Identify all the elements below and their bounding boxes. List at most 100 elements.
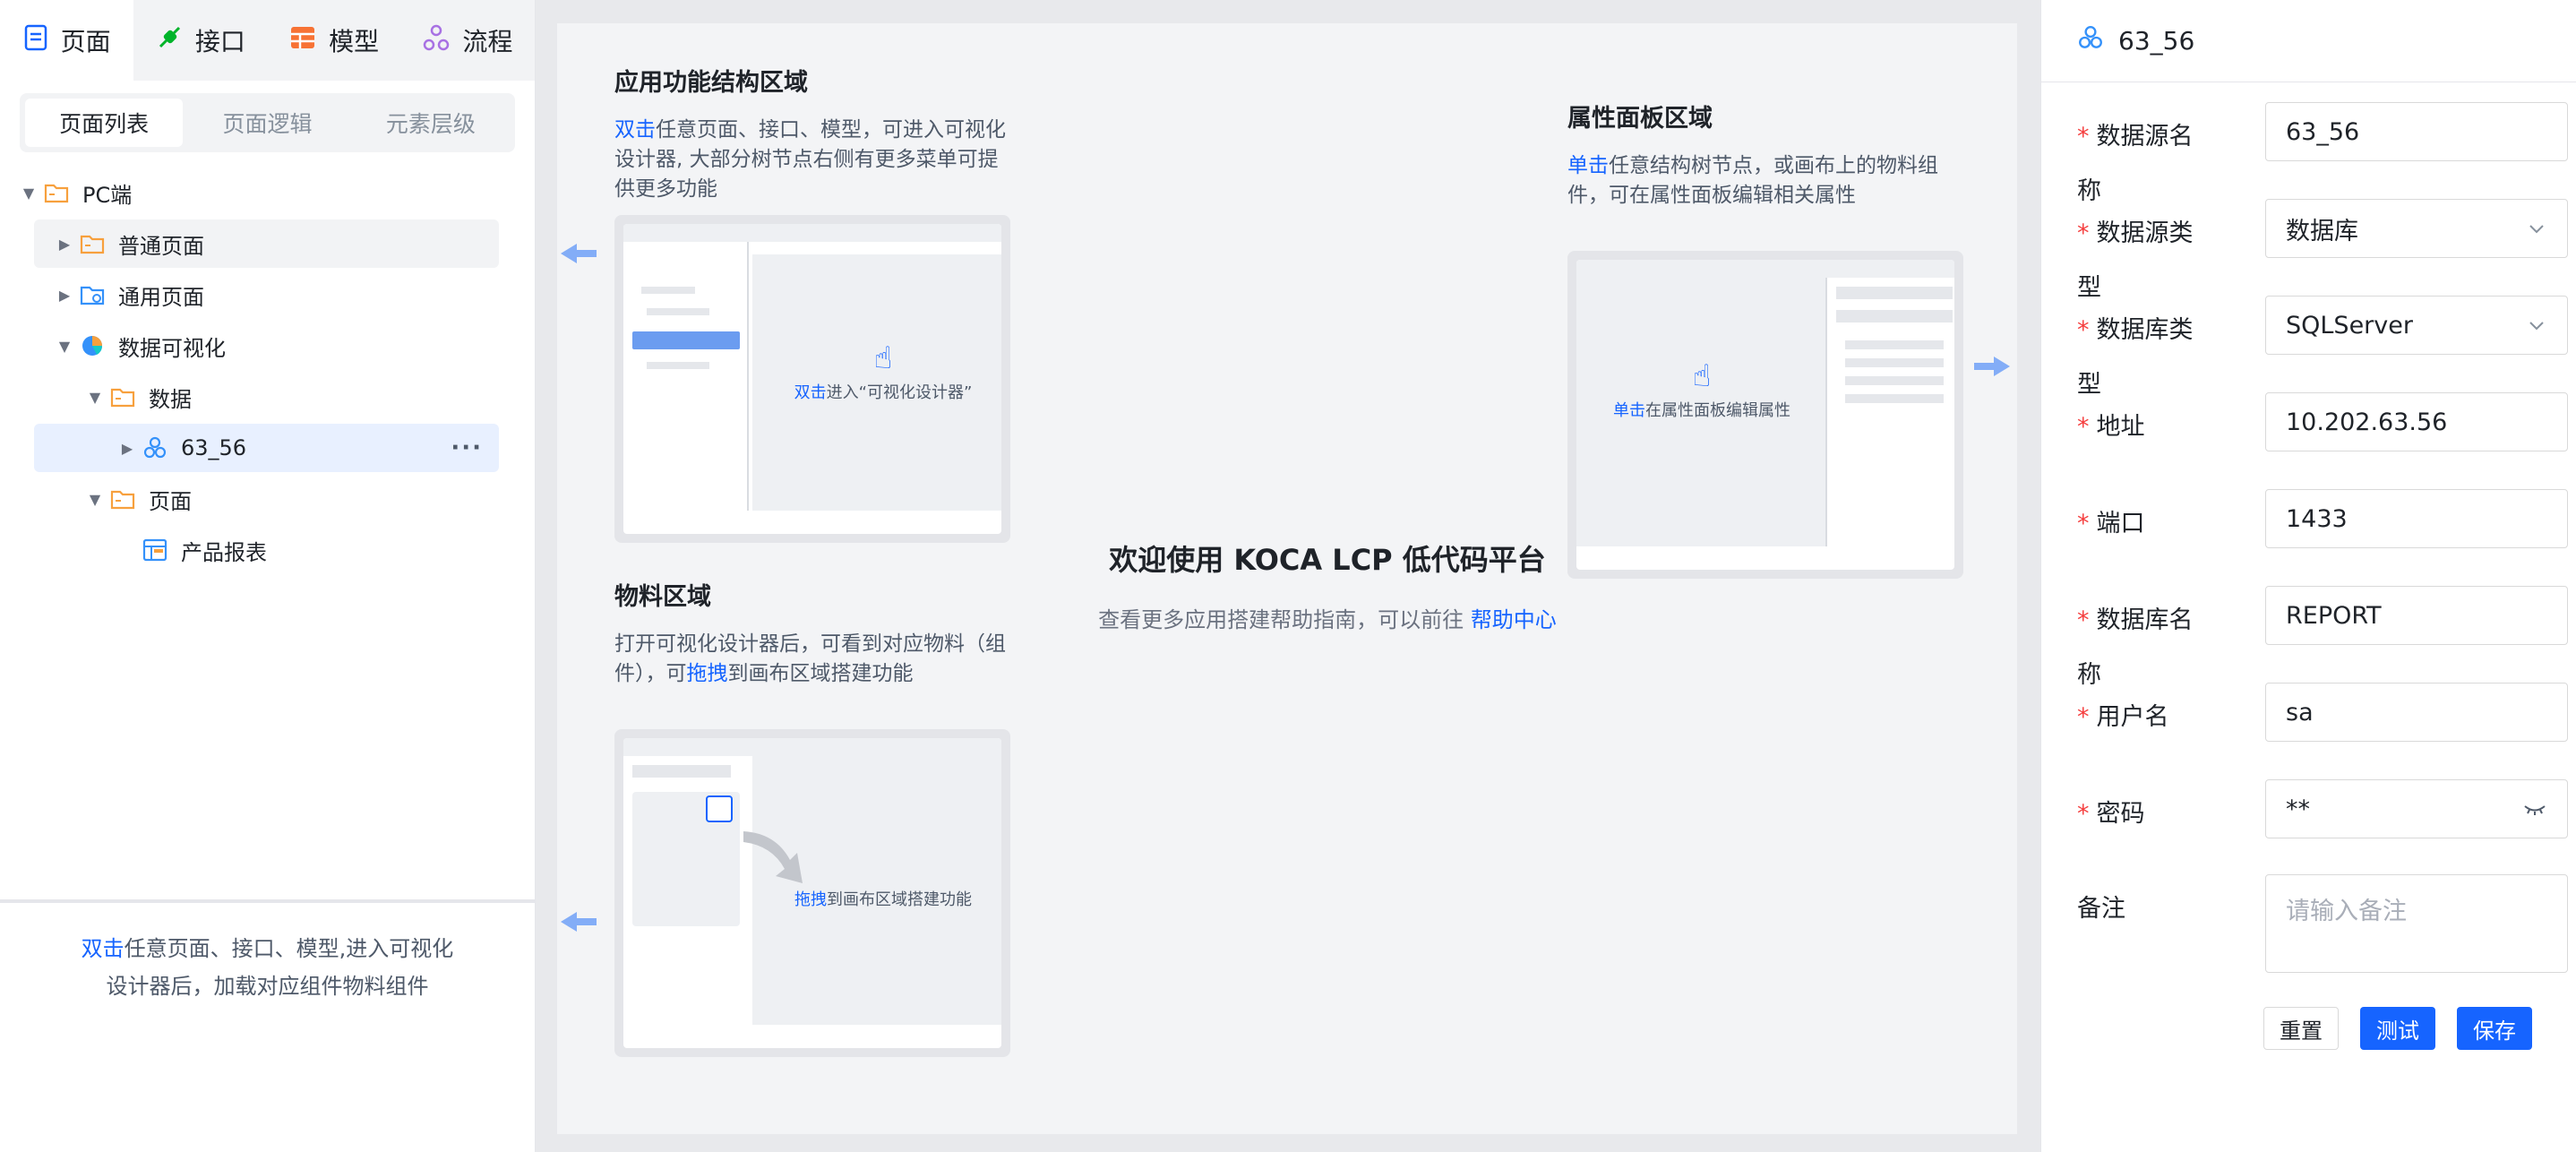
remark-textarea[interactable]: 请输入备注 (2265, 874, 2568, 973)
api-icon (156, 24, 183, 57)
tree-node-normal-pages[interactable]: ▶ 普通页面 (34, 219, 499, 268)
folder-icon (107, 383, 138, 410)
chevron-down-icon (2529, 322, 2544, 331)
test-button[interactable]: 测试 (2360, 1007, 2435, 1050)
segment-page-list[interactable]: 页面列表 (25, 99, 184, 147)
arrow-left-icon (561, 912, 597, 932)
tree-node-label: 普通页面 (118, 233, 204, 259)
tab-label: 流程 (462, 27, 513, 56)
material-area-help: 物料区域 打开可视化设计器后，可看到对应物料（组件），可拖拽到画布区域搭建功能 (614, 577, 1009, 689)
tab-label: 接口 (194, 27, 245, 56)
table-icon (289, 25, 316, 56)
folder-icon (107, 486, 138, 512)
props-mock-image: ☝ 单击在属性面板编辑属性 (1567, 251, 1963, 579)
hint-line1: 任意页面、接口、模型,进入可视化 (124, 936, 454, 961)
material-mock-caption: 拖拽到画布区域搭建功能 (794, 890, 972, 909)
tree-node-label: 数据 (149, 386, 192, 412)
tab-label: 模型 (329, 27, 380, 56)
caret-down-icon[interactable]: ▼ (52, 338, 77, 355)
structure-mock-caption: ☝ 双击进入“可视化设计器” (749, 340, 1001, 403)
segment-page-logic[interactable]: 页面逻辑 (188, 99, 346, 147)
hint-line2: 设计器后，加载对应组件物料组件 (106, 974, 429, 999)
required-mark: * (2077, 123, 2090, 150)
caret-down-icon[interactable]: ▼ (82, 389, 107, 406)
remark-placeholder: 请输入备注 (2286, 898, 2407, 925)
caret-right-icon[interactable]: ▶ (52, 287, 77, 304)
tree-node-datasource-63-56[interactable]: ▶ 63_56 ··· (34, 424, 499, 472)
caret-down-icon[interactable]: ▼ (82, 491, 107, 508)
eye-closed-icon[interactable] (2522, 798, 2547, 820)
caret-right-icon[interactable]: ▶ (52, 236, 77, 253)
welcome-message: 欢迎使用 KOCA LCP 低代码平台 查看更多应用搭建帮助指南，可以前往 帮助… (1050, 537, 1605, 633)
tab-model[interactable]: 模型 (268, 0, 401, 81)
required-mark: * (2077, 510, 2090, 537)
select-value: 数据库 (2286, 217, 2358, 245)
field-label: * 数据源名称 (2077, 123, 2194, 205)
material-title: 物料区域 (614, 583, 711, 611)
select-value: SQLServer (2286, 311, 2413, 340)
port-input[interactable]: 1433 (2265, 489, 2568, 548)
required-mark: * (2077, 413, 2090, 441)
more-menu-icon[interactable]: ··· (451, 434, 483, 461)
datasource-type-select[interactable]: 数据库 (2265, 199, 2568, 258)
tab-pages[interactable]: 页面 (0, 0, 134, 81)
field-label: * 端口 (2077, 510, 2145, 537)
arrow-left-icon (561, 244, 597, 263)
save-button[interactable]: 保存 (2457, 1007, 2532, 1050)
view-segmented-control: 页面列表 页面逻辑 元素层级 (20, 93, 515, 152)
structure-desc: 双击任意页面、接口、模型，可进入可视化设计器, 大部分树节点右侧有更多菜单可提供… (614, 118, 1006, 201)
welcome-title: 欢迎使用 KOCA LCP 低代码平台 (1109, 543, 1546, 577)
left-footer-hint: 双击任意页面、接口、模型,进入可视化 设计器后，加载对应组件物料组件 (0, 899, 535, 1152)
field-label: 备注 (2077, 895, 2125, 923)
center-area: 应用功能结构区域 双击任意页面、接口、模型，可进入可视化设计器, 大部分树节点右… (536, 0, 2040, 1152)
arrow-right-icon (1974, 357, 2010, 376)
folder-icon (41, 179, 72, 206)
database-type-select[interactable]: SQLServer (2265, 296, 2568, 355)
hand-pointer-icon: ☝ (873, 340, 893, 376)
required-mark: * (2077, 703, 2090, 731)
report-icon (140, 537, 170, 563)
required-mark: * (2077, 606, 2090, 634)
drag-arrow-icon (743, 831, 803, 883)
property-panel: 63_56 * 数据源名称 63_56 * 数据源类型 数据库 * 数据库类型 SQL… (2040, 0, 2576, 1152)
material-desc: 打开可视化设计器后，可看到对应物料（组件），可拖拽到画布区域搭建功能 (614, 632, 1006, 685)
field-label: * 数据源类型 (2077, 219, 2194, 302)
datasource-icon (140, 434, 170, 461)
field-label: * 地址 (2077, 413, 2145, 441)
tree-node-pc[interactable]: ▼ PC端 (16, 168, 499, 217)
tree-node-pages[interactable]: ▼ 页面 (34, 475, 499, 523)
tab-label: 页面 (60, 27, 111, 56)
segment-element-layers[interactable]: 元素层级 (352, 99, 510, 147)
tree-node-data-visualization[interactable]: ▼ 数据可视化 (34, 322, 499, 370)
username-input[interactable]: sa (2265, 683, 2568, 742)
caret-down-icon[interactable]: ▼ (16, 185, 41, 202)
required-mark: * (2077, 800, 2090, 828)
tree-node-label: 通用页面 (118, 284, 204, 310)
shared-folder-icon (77, 281, 107, 308)
tree-node-data[interactable]: ▼ 数据 (34, 373, 499, 421)
tree-node-product-report[interactable]: 产品报表 (34, 526, 499, 574)
pie-chart-icon (77, 332, 107, 359)
tab-flow[interactable]: 流程 (401, 0, 535, 81)
help-center-link[interactable]: 帮助中心 (1471, 607, 1557, 632)
chevron-down-icon (2529, 225, 2544, 234)
props-title: 属性面板区域 (1567, 105, 1713, 133)
flow-icon (423, 24, 450, 57)
left-panel: 页面 接口 模型 流程 页面列表 页面逻辑 元素层级 ▼ PC端 ▶ 普通页面 … (0, 0, 536, 1152)
datasource-name-input[interactable]: 63_56 (2265, 102, 2568, 161)
hand-pointer-icon: ☝ (1692, 358, 1712, 394)
tab-api[interactable]: 接口 (133, 0, 267, 81)
address-input[interactable]: 10.202.63.56 (2265, 392, 2568, 451)
field-label: * 数据库类型 (2077, 316, 2194, 399)
material-mock-image: 拖拽到画布区域搭建功能 (614, 729, 1010, 1057)
password-input[interactable]: ** (2265, 779, 2568, 838)
tree-node-common-pages[interactable]: ▶ 通用页面 (34, 271, 499, 319)
reset-button[interactable]: 重置 (2263, 1007, 2339, 1050)
tree-node-label: 数据可视化 (118, 335, 226, 361)
welcome-subtitle: 查看更多应用搭建帮助指南，可以前往 帮助中心 (1098, 607, 1557, 632)
structure-title: 应用功能结构区域 (614, 69, 808, 97)
welcome-canvas: 应用功能结构区域 双击任意页面、接口、模型，可进入可视化设计器, 大部分树节点右… (557, 23, 2017, 1134)
database-name-input[interactable]: REPORT (2265, 586, 2568, 645)
caret-right-icon[interactable]: ▶ (115, 440, 140, 457)
field-label: * 数据库名称 (2077, 606, 2194, 689)
